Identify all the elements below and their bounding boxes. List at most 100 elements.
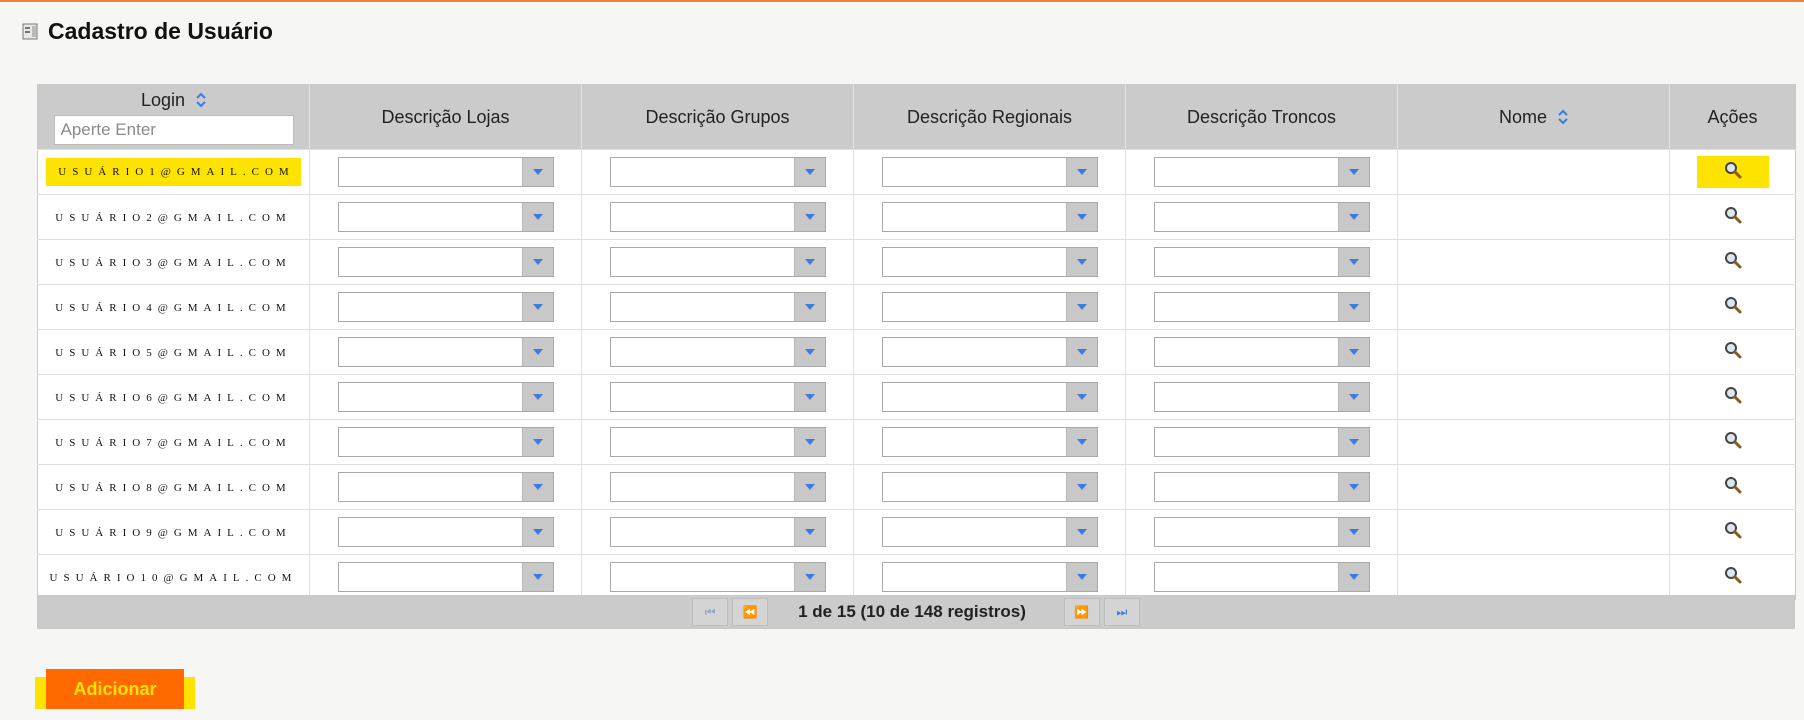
troncos-dropdown[interactable]	[1153, 202, 1370, 232]
chevron-down-icon[interactable]	[1065, 563, 1097, 591]
chevron-down-icon[interactable]	[521, 383, 553, 411]
troncos-dropdown[interactable]	[1153, 382, 1370, 412]
chevron-down-icon[interactable]	[521, 203, 553, 231]
grupos-dropdown[interactable]	[609, 292, 826, 322]
grupos-dropdown[interactable]	[609, 427, 826, 457]
view-button[interactable]	[1697, 336, 1769, 368]
chevron-down-icon[interactable]	[1065, 158, 1097, 186]
view-button[interactable]	[1697, 201, 1769, 233]
chevron-down-icon[interactable]	[793, 338, 825, 366]
view-button[interactable]	[1697, 246, 1769, 278]
view-button[interactable]	[1697, 426, 1769, 458]
grupos-dropdown[interactable]	[609, 157, 826, 187]
regionais-dropdown[interactable]	[881, 517, 1098, 547]
grupos-dropdown[interactable]	[609, 517, 826, 547]
column-header-nome[interactable]: Nome	[1397, 84, 1670, 150]
chevron-down-icon[interactable]	[1337, 158, 1369, 186]
lojas-dropdown[interactable]	[337, 157, 554, 187]
lojas-dropdown[interactable]	[337, 562, 554, 592]
view-button[interactable]	[1696, 156, 1769, 188]
troncos-dropdown[interactable]	[1153, 562, 1370, 592]
grupos-dropdown[interactable]	[609, 562, 826, 592]
login-value[interactable]: usuário9@gmail.com	[55, 527, 291, 539]
login-value[interactable]: usuário10@gmail.com	[50, 572, 298, 584]
lojas-dropdown[interactable]	[337, 292, 554, 322]
regionais-dropdown[interactable]	[881, 427, 1098, 457]
lojas-dropdown[interactable]	[337, 337, 554, 367]
lojas-dropdown[interactable]	[337, 247, 554, 277]
chevron-down-icon[interactable]	[521, 563, 553, 591]
chevron-down-icon[interactable]	[1337, 338, 1369, 366]
grupos-dropdown[interactable]	[609, 472, 826, 502]
regionais-dropdown[interactable]	[881, 157, 1098, 187]
chevron-down-icon[interactable]	[1065, 203, 1097, 231]
chevron-down-icon[interactable]	[521, 248, 553, 276]
chevron-down-icon[interactable]	[793, 203, 825, 231]
login-value[interactable]: usuário4@gmail.com	[55, 302, 291, 314]
chevron-down-icon[interactable]	[1337, 203, 1369, 231]
chevron-down-icon[interactable]	[1337, 473, 1369, 501]
login-value[interactable]: usuário8@gmail.com	[55, 482, 291, 494]
chevron-down-icon[interactable]	[521, 158, 553, 186]
first-page-button[interactable]: ⏮	[692, 598, 729, 626]
chevron-down-icon[interactable]	[1337, 518, 1369, 546]
regionais-dropdown[interactable]	[881, 202, 1098, 232]
chevron-down-icon[interactable]	[793, 248, 825, 276]
chevron-down-icon[interactable]	[521, 473, 553, 501]
lojas-dropdown[interactable]	[337, 472, 554, 502]
troncos-dropdown[interactable]	[1153, 292, 1370, 322]
chevron-down-icon[interactable]	[793, 518, 825, 546]
grupos-dropdown[interactable]	[609, 382, 826, 412]
lojas-dropdown[interactable]	[337, 517, 554, 547]
login-value[interactable]: usuário1@gmail.com	[46, 158, 301, 186]
lojas-dropdown[interactable]	[337, 202, 554, 232]
lojas-dropdown[interactable]	[337, 382, 554, 412]
chevron-down-icon[interactable]	[521, 293, 553, 321]
chevron-down-icon[interactable]	[793, 473, 825, 501]
chevron-down-icon[interactable]	[1065, 518, 1097, 546]
chevron-down-icon[interactable]	[793, 563, 825, 591]
chevron-down-icon[interactable]	[1337, 383, 1369, 411]
troncos-dropdown[interactable]	[1153, 427, 1370, 457]
login-value[interactable]: usuário5@gmail.com	[55, 347, 291, 359]
chevron-down-icon[interactable]	[793, 293, 825, 321]
chevron-down-icon[interactable]	[521, 338, 553, 366]
troncos-dropdown[interactable]	[1153, 157, 1370, 187]
grupos-dropdown[interactable]	[609, 247, 826, 277]
chevron-down-icon[interactable]	[1065, 428, 1097, 456]
troncos-dropdown[interactable]	[1153, 337, 1370, 367]
chevron-down-icon[interactable]	[1065, 473, 1097, 501]
regionais-dropdown[interactable]	[881, 337, 1098, 367]
add-button[interactable]: Adicionar	[46, 669, 184, 709]
chevron-down-icon[interactable]	[521, 518, 553, 546]
chevron-down-icon[interactable]	[1065, 383, 1097, 411]
troncos-dropdown[interactable]	[1153, 472, 1370, 502]
regionais-dropdown[interactable]	[881, 472, 1098, 502]
login-header-label-wrap[interactable]: Login	[141, 90, 206, 111]
regionais-dropdown[interactable]	[881, 292, 1098, 322]
view-button[interactable]	[1697, 561, 1769, 593]
login-value[interactable]: usuário6@gmail.com	[55, 392, 291, 404]
chevron-down-icon[interactable]	[1065, 293, 1097, 321]
view-button[interactable]	[1697, 291, 1769, 323]
lojas-dropdown[interactable]	[337, 427, 554, 457]
troncos-dropdown[interactable]	[1153, 517, 1370, 547]
grupos-dropdown[interactable]	[609, 202, 826, 232]
login-value[interactable]: usuário7@gmail.com	[55, 437, 291, 449]
grupos-dropdown[interactable]	[609, 337, 826, 367]
login-value[interactable]: usuário2@gmail.com	[55, 212, 291, 224]
view-button[interactable]	[1697, 381, 1769, 413]
regionais-dropdown[interactable]	[881, 247, 1098, 277]
last-page-button[interactable]: ⏭	[1103, 598, 1140, 626]
prev-page-button[interactable]: ⏪	[732, 598, 769, 626]
chevron-down-icon[interactable]	[1337, 248, 1369, 276]
chevron-down-icon[interactable]	[793, 428, 825, 456]
chevron-down-icon[interactable]	[1337, 293, 1369, 321]
chevron-down-icon[interactable]	[1337, 428, 1369, 456]
next-page-button[interactable]: ⏩	[1063, 598, 1100, 626]
troncos-dropdown[interactable]	[1153, 247, 1370, 277]
sort-icon[interactable]	[196, 92, 206, 108]
view-button[interactable]	[1697, 516, 1769, 548]
chevron-down-icon[interactable]	[1337, 563, 1369, 591]
view-button[interactable]	[1697, 471, 1769, 503]
